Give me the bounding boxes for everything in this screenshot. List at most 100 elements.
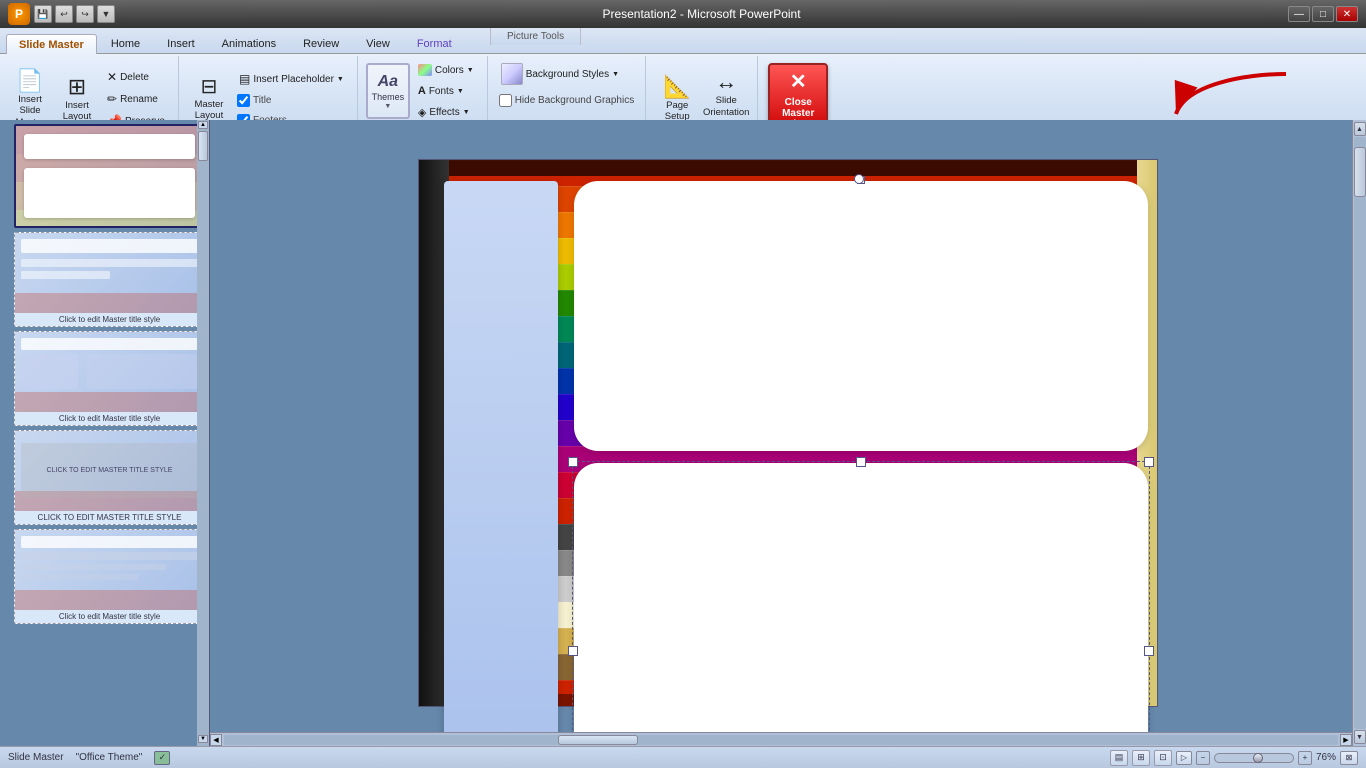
scroll-right-button[interactable]: ▶ [1340, 734, 1352, 746]
maximize-button[interactable]: □ [1312, 6, 1334, 22]
scroll-down-button[interactable]: ▼ [1354, 730, 1366, 744]
title-bar: P 💾 ↩ ↪ ▼ Presentation2 - Microsoft Powe… [0, 0, 1366, 28]
effects-button[interactable]: ◈ Effects ▼ [413, 102, 479, 122]
main-area: 1 2 Click to edit Master title style 3 [0, 120, 1366, 746]
zoom-thumb[interactable] [1253, 753, 1263, 763]
tab-home[interactable]: Home [98, 33, 153, 53]
page-setup-icon: 📐 [664, 76, 691, 98]
status-check-icon[interactable]: ✓ [154, 751, 170, 765]
slide-thumb-5[interactable]: 5 Click to edit Master title style [14, 529, 205, 624]
delete-icon: ✕ [107, 70, 117, 84]
h-scroll-thumb[interactable] [558, 735, 638, 745]
slideshow-button[interactable]: ▷ [1176, 751, 1192, 765]
delete-label: Delete [120, 72, 149, 83]
tab-review[interactable]: Review [290, 33, 352, 53]
themes-icon: Aa [378, 73, 398, 91]
bottom-scrollbar[interactable]: ◀ ▶ [210, 732, 1352, 746]
scroll-up-arrow[interactable]: ▲ [198, 121, 208, 129]
handle-mr[interactable] [1144, 646, 1154, 656]
slide-panel-scrollbar[interactable]: ▲ ▼ [197, 120, 209, 746]
rename-button[interactable]: ✏ Rename [102, 89, 170, 109]
hide-background-row[interactable]: Hide Background Graphics [496, 92, 638, 109]
tab-format[interactable]: Format [404, 33, 465, 53]
fonts-button[interactable]: A Fonts ▼ [413, 81, 479, 101]
tab-insert[interactable]: Insert [154, 33, 208, 53]
title-check-label: Title [253, 95, 272, 106]
placeholder-label: Insert Placeholder [253, 74, 334, 85]
minimize-button[interactable]: — [1288, 6, 1310, 22]
reading-view-button[interactable]: ⊡ [1154, 750, 1172, 766]
hide-background-label: Hide Background Graphics [515, 95, 635, 106]
title-checkbox[interactable] [237, 94, 250, 107]
rename-icon: ✏ [107, 92, 117, 106]
tab-animations[interactable]: Animations [209, 33, 289, 53]
h-scroll-track[interactable] [224, 735, 1338, 745]
canvas-area: ▲ ▼ ◀ ▶ [210, 120, 1366, 746]
background-styles-label: Background Styles [526, 69, 609, 80]
themes-row: Aa Themes ▼ Colors ▼ A Fonts ▼ [366, 60, 479, 122]
background-styles-icon [501, 63, 523, 85]
slide-4-label: CLICK TO EDIT MASTER TITLE STYLE [15, 511, 204, 524]
colors-button[interactable]: Colors ▼ [413, 60, 479, 80]
colors-icon [418, 64, 432, 76]
title-checkbox-row[interactable]: Title [234, 92, 349, 109]
close-master-x-icon: ✕ [790, 69, 807, 94]
zoom-out-button[interactable]: − [1196, 751, 1210, 765]
themes-dropdown-icon: ▼ [384, 103, 391, 110]
slide-sorter-button[interactable]: ⊞ [1132, 750, 1150, 766]
slide-4-preview: CLICK TO EDIT MASTER TITLE STYLE [15, 431, 204, 511]
window-controls: — □ ✕ [1288, 6, 1358, 22]
hide-background-checkbox[interactable] [499, 94, 512, 107]
themes-button[interactable]: Aa Themes ▼ [366, 63, 410, 119]
handle-tr[interactable] [1144, 457, 1154, 467]
slide-canvas [418, 159, 1158, 707]
zoom-in-button[interactable]: + [1298, 751, 1312, 765]
slide-1-content-area [24, 168, 195, 218]
scroll-thumb[interactable] [198, 131, 208, 161]
rotate-handle[interactable] [854, 174, 864, 184]
status-right: ▤ ⊞ ⊡ ▷ − + 76% ⊠ [1110, 750, 1358, 766]
scroll-track[interactable] [1354, 137, 1366, 729]
slide-1-title-area [24, 134, 195, 159]
right-scrollbar[interactable]: ▲ ▼ [1352, 120, 1366, 746]
insert-placeholder-button[interactable]: ▤ Insert Placeholder ▼ [234, 69, 349, 89]
master-layout-label: Master Layout [190, 99, 228, 122]
scroll-up-button[interactable]: ▲ [1354, 122, 1366, 136]
s2-title [21, 239, 198, 253]
pencil-tops [449, 160, 1157, 176]
left-blue-rectangle [444, 181, 558, 746]
tab-slide-master[interactable]: Slide Master [6, 34, 97, 54]
status-left: Slide Master "Office Theme" ✓ [8, 751, 170, 765]
slide-panel[interactable]: 1 2 Click to edit Master title style 3 [0, 120, 210, 746]
s2-line2 [21, 271, 110, 279]
handle-ml[interactable] [568, 646, 578, 656]
fit-slide-button[interactable]: ⊠ [1340, 751, 1358, 765]
normal-view-button[interactable]: ▤ [1110, 750, 1128, 766]
scroll-thumb[interactable] [1354, 147, 1366, 197]
zoom-slider[interactable] [1214, 753, 1294, 763]
slide-1-preview [16, 126, 203, 226]
effects-label: Effects [429, 107, 459, 118]
slide-thumb-3[interactable]: 3 Click to edit Master title style [14, 331, 205, 426]
s5-line3 [21, 574, 138, 580]
slide-thumb-4[interactable]: 4 CLICK TO EDIT MASTER TITLE STYLE CLICK… [14, 430, 205, 525]
tab-view[interactable]: View [353, 33, 403, 53]
slide-5-label: Click to edit Master title style [15, 610, 204, 623]
redo-button[interactable]: ↪ [76, 5, 94, 23]
background-styles-button[interactable]: Background Styles ▼ [496, 60, 624, 88]
undo-button[interactable]: ↩ [55, 5, 73, 23]
scroll-down-arrow[interactable]: ▼ [198, 735, 208, 743]
slide-thumb-1[interactable]: 1 [14, 124, 205, 228]
save-button[interactable]: 💾 [34, 5, 52, 23]
handle-tl[interactable] [568, 457, 578, 467]
ribbon-tabs-container: Picture Tools Slide Master Home Insert A… [0, 28, 1366, 54]
delete-button[interactable]: ✕ Delete [102, 67, 170, 87]
handle-tc[interactable] [856, 457, 866, 467]
scroll-left-button[interactable]: ◀ [210, 734, 222, 746]
close-button[interactable]: ✕ [1336, 6, 1358, 22]
qs-dropdown-button[interactable]: ▼ [97, 5, 115, 23]
slide-3-label: Click to edit Master title style [15, 412, 204, 425]
picture-tools-label: Picture Tools [490, 28, 581, 45]
slide-thumb-2[interactable]: 2 Click to edit Master title style [14, 232, 205, 327]
slide-2-label: Click to edit Master title style [15, 313, 204, 326]
